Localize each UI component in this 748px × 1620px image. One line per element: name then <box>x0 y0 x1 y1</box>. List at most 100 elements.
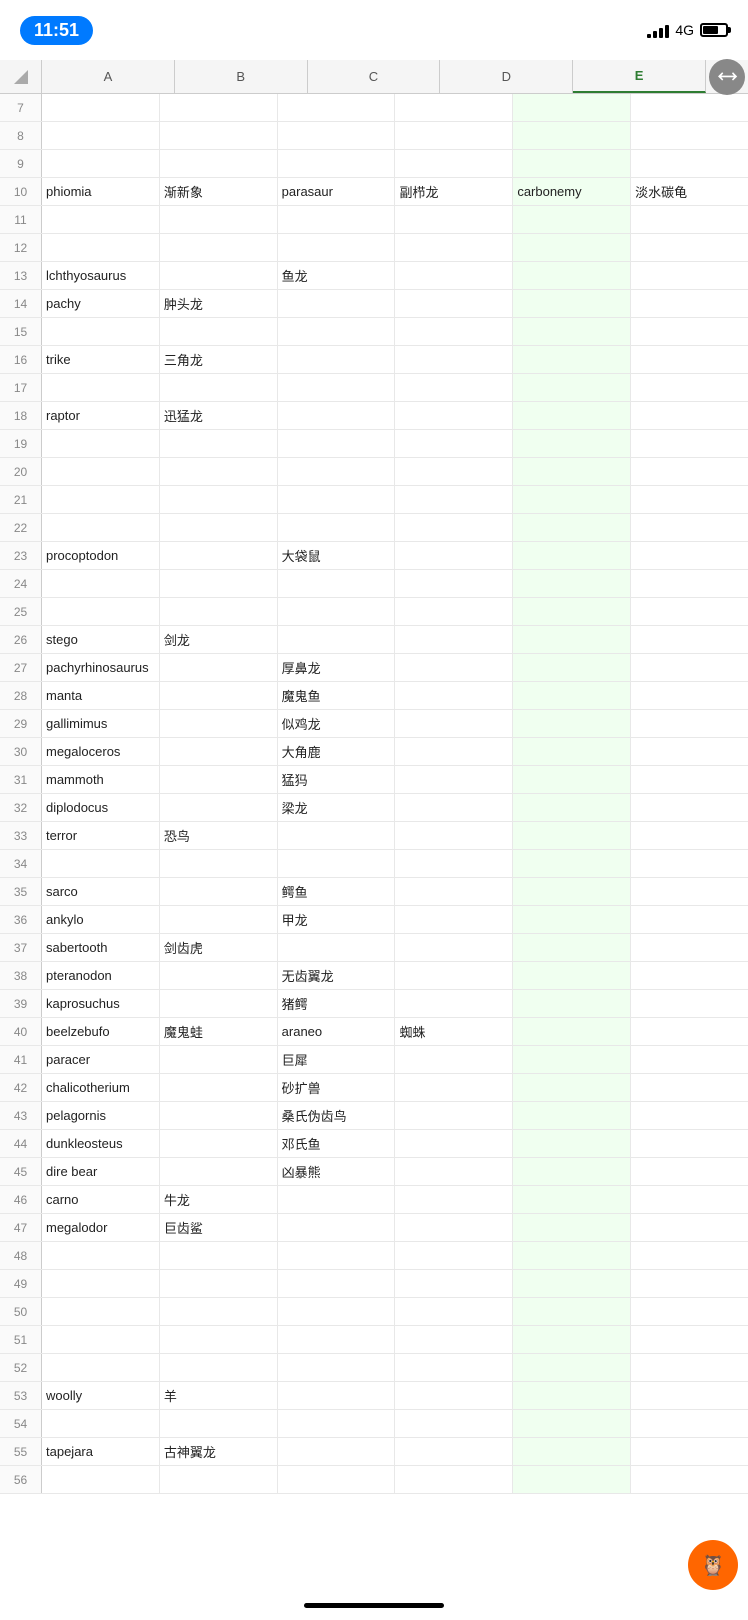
cell-col-b[interactable]: 三角龙 <box>160 346 278 373</box>
col-header-e[interactable]: E <box>573 60 706 93</box>
cell-col-e[interactable] <box>513 1186 631 1213</box>
cell-col-f[interactable] <box>631 486 748 513</box>
cell-col-f[interactable]: 淡水碳龟 <box>631 178 748 205</box>
cell-col-e[interactable] <box>513 598 631 625</box>
cell-col-d[interactable]: 副栉龙 <box>395 178 513 205</box>
cell-col-d[interactable] <box>395 878 513 905</box>
cell-col-e[interactable] <box>513 794 631 821</box>
cell-col-a[interactable] <box>42 458 160 485</box>
cell-col-c[interactable]: 魔鬼鱼 <box>278 682 396 709</box>
cell-col-d[interactable] <box>395 962 513 989</box>
cell-col-f[interactable] <box>631 906 748 933</box>
cell-col-f[interactable] <box>631 234 748 261</box>
cell-col-f[interactable] <box>631 1102 748 1129</box>
cell-col-b[interactable] <box>160 710 278 737</box>
cell-col-a[interactable] <box>42 318 160 345</box>
cell-col-c[interactable] <box>278 1466 396 1493</box>
cell-col-c[interactable]: 猪鳄 <box>278 990 396 1017</box>
cell-col-a[interactable] <box>42 234 160 261</box>
cell-col-d[interactable] <box>395 234 513 261</box>
cell-col-c[interactable] <box>278 290 396 317</box>
cell-col-e[interactable] <box>513 318 631 345</box>
cell-col-f[interactable] <box>631 1186 748 1213</box>
cell-col-f[interactable] <box>631 794 748 821</box>
cell-col-c[interactable] <box>278 94 396 121</box>
cell-col-f[interactable] <box>631 654 748 681</box>
cell-col-a[interactable] <box>42 150 160 177</box>
cell-col-e[interactable] <box>513 94 631 121</box>
cell-col-f[interactable] <box>631 290 748 317</box>
cell-col-b[interactable] <box>160 1298 278 1325</box>
cell-col-b[interactable] <box>160 1326 278 1353</box>
cell-col-c[interactable]: 梁龙 <box>278 794 396 821</box>
cell-col-e[interactable] <box>513 150 631 177</box>
cell-col-d[interactable] <box>395 1298 513 1325</box>
cell-col-c[interactable]: 凶暴熊 <box>278 1158 396 1185</box>
cell-col-d[interactable] <box>395 1158 513 1185</box>
cell-col-d[interactable] <box>395 794 513 821</box>
cell-col-c[interactable] <box>278 234 396 261</box>
cell-col-f[interactable] <box>631 150 748 177</box>
cell-col-a[interactable] <box>42 94 160 121</box>
cell-col-e[interactable] <box>513 1382 631 1409</box>
cell-col-e[interactable] <box>513 1298 631 1325</box>
cell-col-b[interactable] <box>160 682 278 709</box>
cell-col-b[interactable]: 剑龙 <box>160 626 278 653</box>
cell-col-f[interactable] <box>631 822 748 849</box>
cell-col-e[interactable] <box>513 710 631 737</box>
cell-col-c[interactable]: 无齿翼龙 <box>278 962 396 989</box>
cell-col-e[interactable] <box>513 654 631 681</box>
cell-col-a[interactable] <box>42 206 160 233</box>
cell-col-c[interactable]: araneo <box>278 1018 396 1045</box>
cell-col-b[interactable] <box>160 1242 278 1269</box>
cell-col-f[interactable] <box>631 346 748 373</box>
cell-col-d[interactable] <box>395 1186 513 1213</box>
cell-col-a[interactable] <box>42 598 160 625</box>
cell-col-c[interactable]: 大袋鼠 <box>278 542 396 569</box>
cell-col-d[interactable] <box>395 514 513 541</box>
cell-col-e[interactable] <box>513 626 631 653</box>
cell-col-b[interactable]: 古神翼龙 <box>160 1438 278 1465</box>
cell-col-e[interactable] <box>513 1102 631 1129</box>
cell-col-a[interactable]: pteranodon <box>42 962 160 989</box>
cell-col-c[interactable] <box>278 822 396 849</box>
cell-col-b[interactable] <box>160 570 278 597</box>
cell-col-c[interactable]: 猛犸 <box>278 766 396 793</box>
col-header-c[interactable]: C <box>308 60 441 93</box>
cell-col-b[interactable]: 剑齿虎 <box>160 934 278 961</box>
cell-col-d[interactable] <box>395 934 513 961</box>
cell-col-d[interactable] <box>395 570 513 597</box>
cell-col-e[interactable] <box>513 682 631 709</box>
cell-col-d[interactable] <box>395 1242 513 1269</box>
cell-col-f[interactable] <box>631 1438 748 1465</box>
cell-col-c[interactable] <box>278 150 396 177</box>
cell-col-d[interactable] <box>395 682 513 709</box>
cell-col-a[interactable]: mammoth <box>42 766 160 793</box>
cell-col-a[interactable] <box>42 374 160 401</box>
cell-col-a[interactable] <box>42 1326 160 1353</box>
cell-col-c[interactable] <box>278 1270 396 1297</box>
cell-col-b[interactable] <box>160 766 278 793</box>
cell-col-d[interactable] <box>395 1354 513 1381</box>
cell-col-f[interactable] <box>631 318 748 345</box>
cell-col-b[interactable] <box>160 906 278 933</box>
cell-col-c[interactable] <box>278 570 396 597</box>
cell-col-d[interactable] <box>395 598 513 625</box>
cell-col-d[interactable] <box>395 1438 513 1465</box>
cell-col-f[interactable] <box>631 878 748 905</box>
cell-col-e[interactable] <box>513 458 631 485</box>
cell-col-e[interactable] <box>513 290 631 317</box>
cell-col-c[interactable] <box>278 626 396 653</box>
cell-col-b[interactable] <box>160 794 278 821</box>
cell-col-a[interactable]: diplodocus <box>42 794 160 821</box>
cell-col-e[interactable] <box>513 206 631 233</box>
cell-col-b[interactable] <box>160 990 278 1017</box>
cell-col-e[interactable] <box>513 570 631 597</box>
cell-col-c[interactable] <box>278 206 396 233</box>
cell-col-e[interactable] <box>513 1270 631 1297</box>
cell-col-a[interactable]: carno <box>42 1186 160 1213</box>
cell-col-f[interactable] <box>631 1018 748 1045</box>
cell-col-a[interactable] <box>42 1298 160 1325</box>
cell-col-a[interactable]: paracer <box>42 1046 160 1073</box>
cell-col-e[interactable] <box>513 1466 631 1493</box>
